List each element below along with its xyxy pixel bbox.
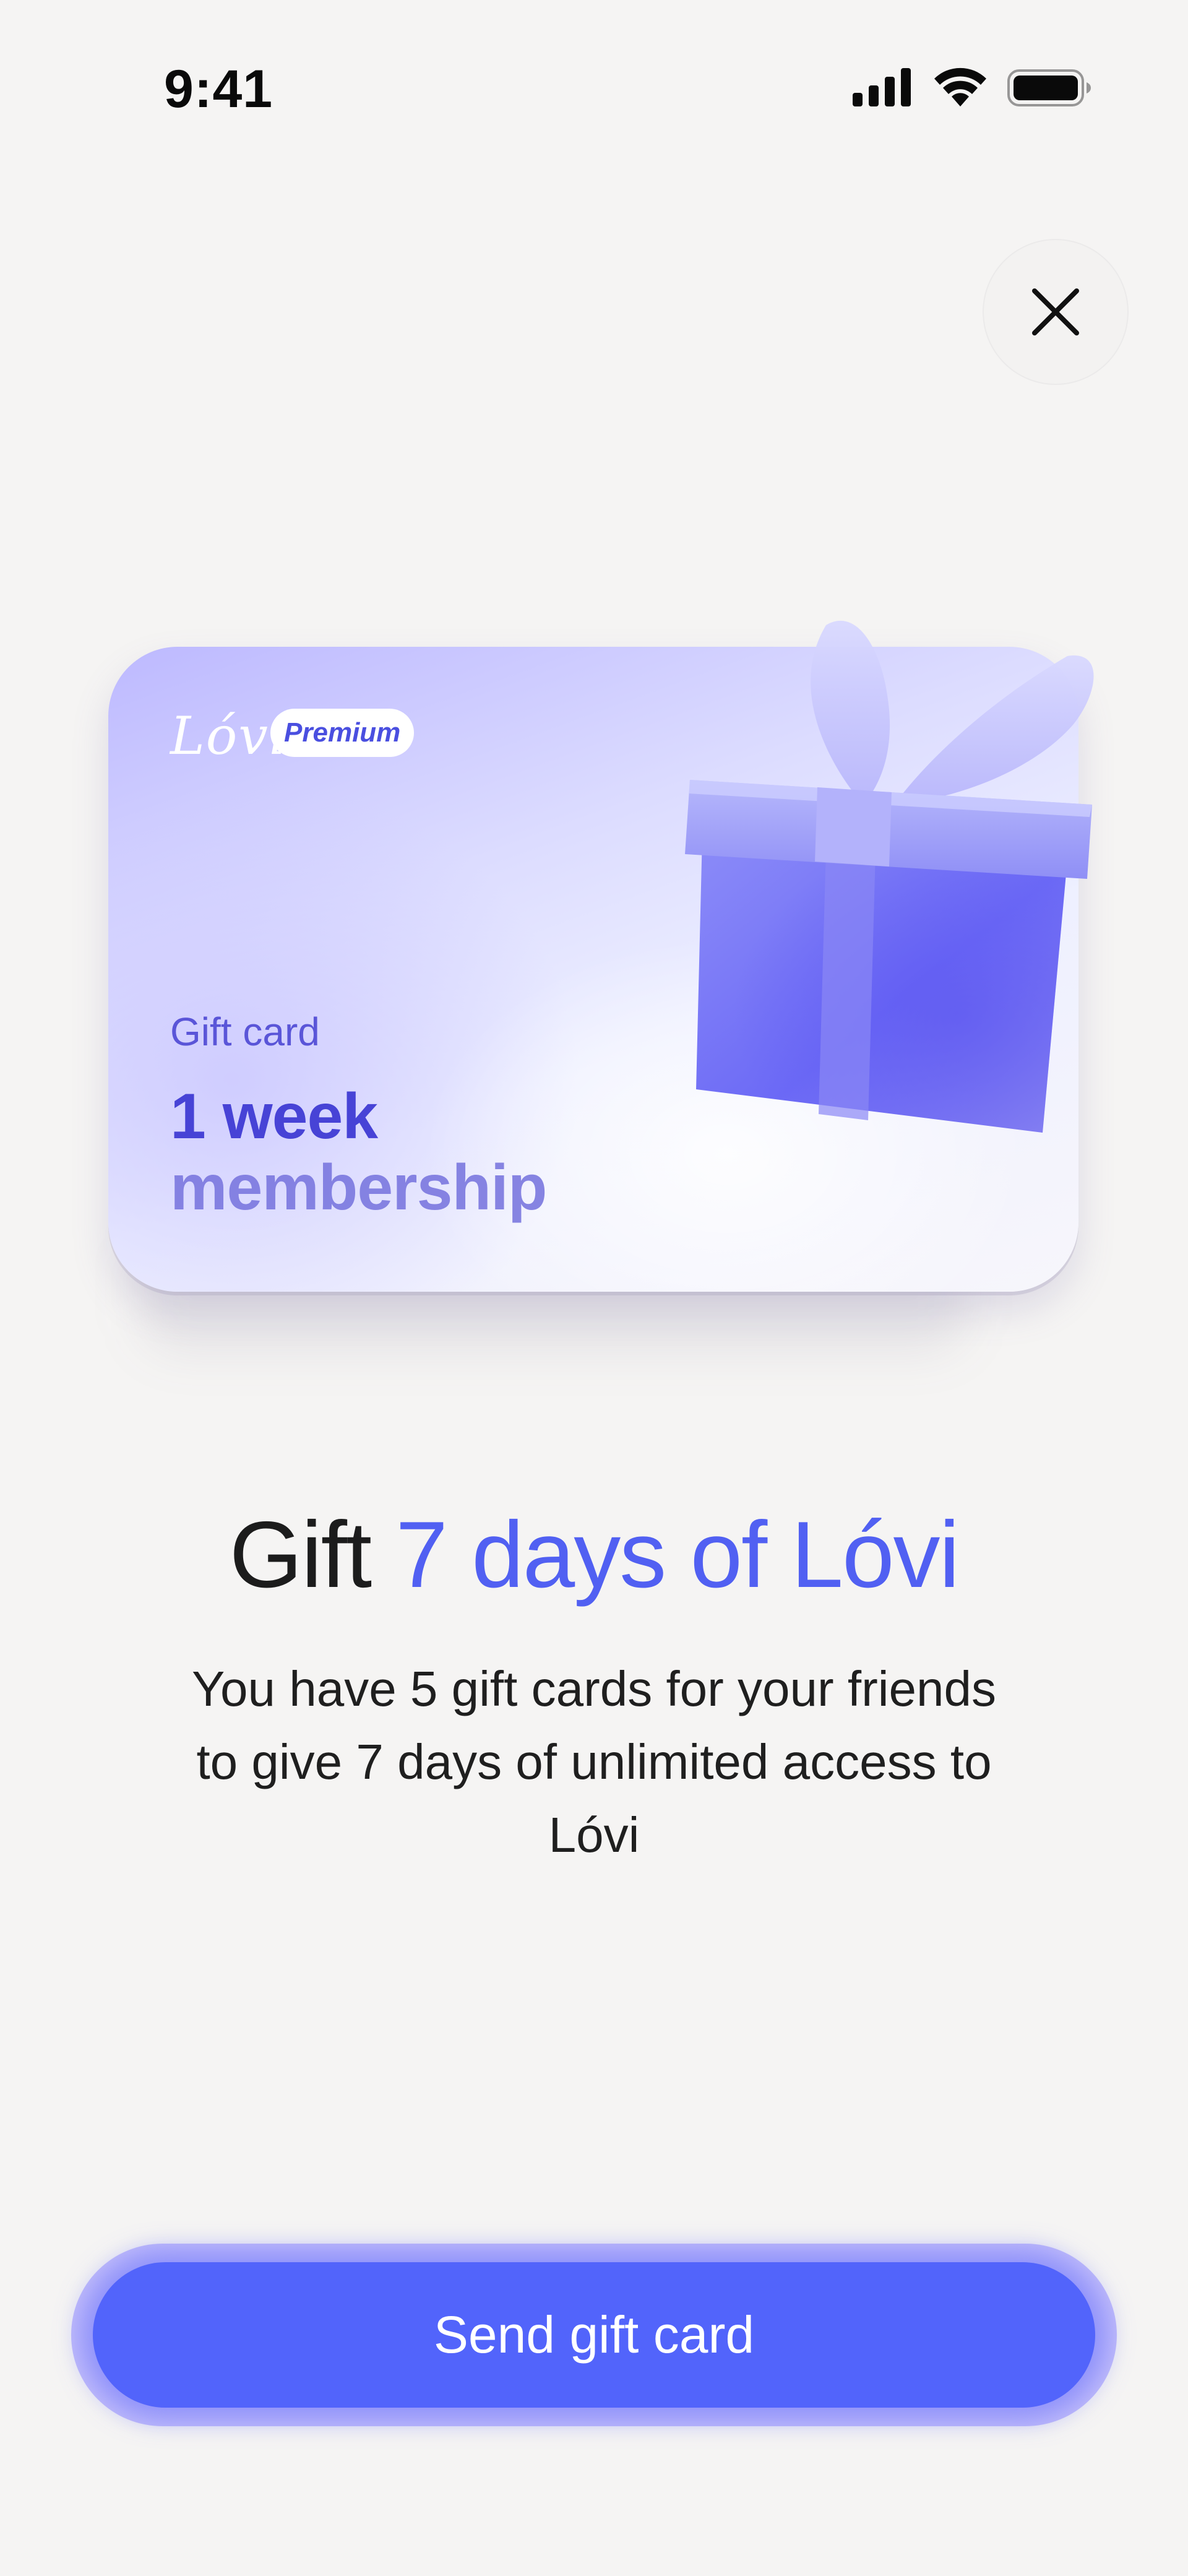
send-gift-card-button[interactable]: Send gift card <box>93 2262 1095 2408</box>
gift-card-label: Gift card <box>170 1009 320 1054</box>
close-button[interactable] <box>984 240 1127 384</box>
lovi-logo: Lóvi <box>170 706 287 766</box>
premium-badge: Premium <box>270 709 415 757</box>
page-title: Gift 7 days of Lóvi <box>0 1501 1188 1609</box>
status-time: 9:41 <box>164 59 273 119</box>
title-prefix: Gift <box>229 1502 396 1607</box>
gift-card-membership: membership <box>170 1152 547 1224</box>
title-highlight: 7 days of Lóvi <box>395 1502 960 1607</box>
battery-icon <box>1007 69 1091 106</box>
page-description: You have 5 gift cards for your friends t… <box>192 1661 996 1862</box>
status-bar: 9:41 <box>0 0 1188 173</box>
gift-card-duration: 1 week <box>170 1081 378 1152</box>
gift-box-icon <box>685 620 1094 1133</box>
close-icon <box>1032 288 1079 335</box>
wifi-icon <box>934 67 986 106</box>
cellular-signal-icon <box>853 68 911 106</box>
